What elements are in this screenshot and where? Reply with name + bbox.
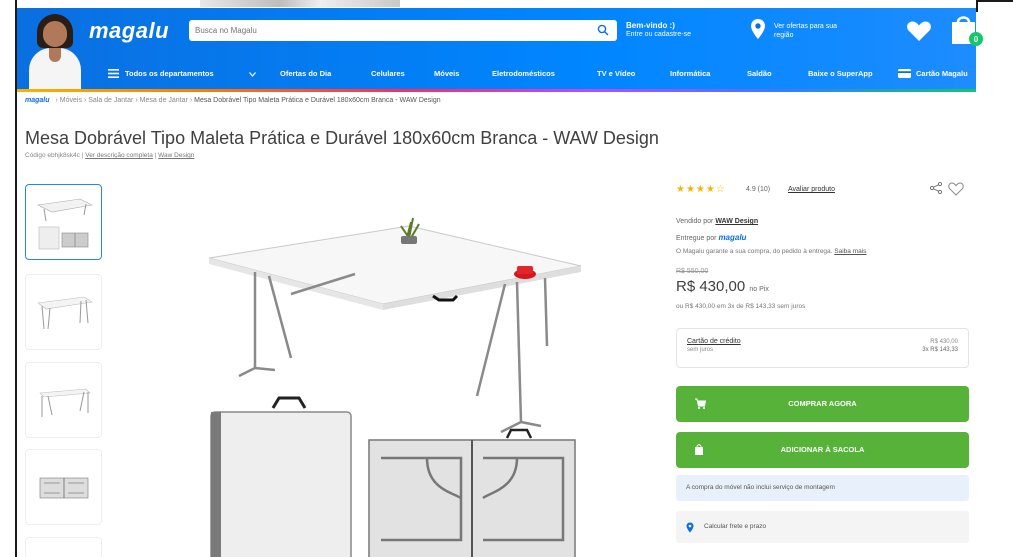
price-suffix: no Pix — [749, 286, 769, 293]
seller-link[interactable]: WAW Design — [715, 218, 758, 225]
credit-card-total: R$ 430,00 — [930, 339, 958, 345]
rating-stars: ★★★★☆ — [676, 184, 726, 195]
nav-tv-video[interactable]: TV e Vídeo — [597, 69, 635, 78]
nav-celulares[interactable]: Celulares — [371, 69, 405, 78]
rate-product-link[interactable]: Avaliar produto — [788, 186, 835, 193]
thumbnail-folded-image — [39, 477, 89, 499]
assembly-note: A compra do móvel não inclui serviço de … — [676, 475, 969, 501]
search-bar[interactable] — [189, 20, 617, 41]
location-selector[interactable]: Ver ofertas para sua região — [750, 18, 860, 44]
nav-eletrodomesticos[interactable]: Eletrodomésticos — [492, 69, 555, 78]
thumbnail-1[interactable] — [25, 184, 102, 260]
rating-value: 4.9 (10) — [746, 186, 771, 193]
breadcrumb-item[interactable]: Móveis — [60, 97, 82, 104]
search-input[interactable] — [195, 23, 575, 38]
seller-prefix: Vendido por — [676, 218, 714, 225]
magalu-logo[interactable]: magalu — [89, 18, 169, 44]
price-value: R$ 430,00 — [676, 278, 746, 295]
department-nav: Todos os departamentos Ofertas do Dia Ce… — [34, 60, 993, 90]
svg-text:0: 0 — [974, 35, 979, 44]
rainbow-stripe — [17, 89, 976, 92]
breadcrumb-sep: › — [135, 97, 138, 104]
menu-icon[interactable] — [108, 69, 119, 78]
nav-informatica[interactable]: Informática — [670, 69, 710, 78]
site-header: magalu Bem-vindo :) Entre ou cadastre-se… — [17, 8, 983, 92]
card-icon — [898, 69, 911, 78]
favorite-heart-icon[interactable] — [948, 182, 964, 196]
nav-cartao[interactable]: Cartão Magalu — [916, 69, 968, 78]
nav-all-departments[interactable]: Todos os departamentos — [125, 69, 214, 78]
product-subline: Código ebhjk8sk4c | Ver descrição comple… — [25, 152, 195, 159]
guarantee-text: O Magalu garante a sua compra, do pedido… — [676, 248, 866, 255]
thumbnail-5[interactable] — [25, 537, 102, 557]
location-text: Ver ofertas para sua região — [774, 23, 838, 39]
freight-calculator[interactable]: Calcular frete e prazo — [676, 511, 969, 543]
delivery-info: Entregue por magalu — [676, 233, 746, 242]
nav-ofertas[interactable]: Ofertas do Dia — [280, 69, 331, 78]
credit-card-installment: 3x R$ 143,33 — [922, 347, 958, 353]
location-pin-icon — [686, 522, 694, 533]
nav-saldao[interactable]: Saldão — [747, 69, 772, 78]
product-code: Código ebhjk8sk4c — [25, 152, 80, 159]
thumbnail-table-image — [37, 296, 93, 330]
product-main-image[interactable] — [195, 200, 595, 557]
breadcrumb-item[interactable]: Sala de Jantar — [88, 97, 133, 104]
add-to-bag-button[interactable]: ADICIONAR À SACOLA — [676, 432, 969, 468]
welcome-text: Bem-vindo :) — [626, 21, 675, 30]
credit-card-sub: sem juros — [687, 347, 714, 353]
full-description-link[interactable]: Ver descrição completa — [85, 152, 153, 159]
nav-superapp[interactable]: Baixe o SuperApp — [808, 69, 873, 78]
freight-text: Calcular frete e prazo — [704, 523, 767, 530]
breadcrumb-sep: › — [83, 97, 87, 104]
add-to-bag-label: ADICIONAR À SACOLA — [780, 445, 865, 454]
search-icon[interactable] — [597, 24, 609, 36]
bag-icon[interactable]: 0 — [947, 14, 987, 48]
share-icon[interactable] — [929, 182, 943, 194]
page: magalu Bem-vindo :) Entre ou cadastre-se… — [0, 0, 1013, 557]
chevron-down-icon[interactable] — [249, 72, 256, 77]
thumbnail-2[interactable] — [25, 274, 102, 350]
login-link[interactable]: Bem-vindo :) Entre ou cadastre-se — [626, 21, 726, 39]
price: R$ 430,00 no Pix — [676, 278, 769, 295]
guarantee-link[interactable]: Saiba mais — [834, 248, 866, 255]
seller-info: Vendido por WAW Design — [676, 218, 758, 225]
guarantee-desc: O Magalu garante a sua compra, do pedido… — [676, 248, 833, 255]
thumbnail-3[interactable] — [25, 362, 102, 438]
favorites-heart-icon[interactable] — [906, 20, 932, 42]
top-strip — [0, 0, 1013, 557]
old-price: R$ 550,00 — [676, 268, 709, 275]
location-pin-icon — [751, 19, 765, 39]
installments-text: ou R$ 430,00 em 3x de R$ 143,33 sem juro… — [676, 303, 806, 310]
thumbnail-table-image — [37, 198, 93, 250]
product-title: Mesa Dobrável Tipo Maleta Prática e Durá… — [25, 128, 659, 148]
credit-card-option[interactable]: Cartão de crédito sem juros R$ 430,00 3x… — [676, 328, 969, 368]
buy-box: ★★★★☆ 4.9 (10) Avaliar produto Vendido p… — [676, 176, 970, 557]
frame-border-top — [976, 0, 1013, 2]
brand-link[interactable]: Waw Design — [158, 152, 194, 159]
login-text: Entre ou cadastre-se — [626, 31, 691, 38]
credit-card-label: Cartão de crédito — [687, 338, 741, 345]
breadcrumb-current: Mesa Dobrável Tipo Maleta Prática e Durá… — [194, 97, 441, 104]
breadcrumb: magalu › Móveis › Sala de Jantar › Mesa … — [25, 97, 441, 104]
delivery-prefix: Entregue por — [676, 235, 717, 242]
cropped-image-peek — [200, 0, 400, 7]
breadcrumb-home[interactable]: magalu — [25, 97, 50, 104]
breadcrumb-sep: › — [189, 97, 193, 104]
delivery-brand: magalu — [718, 233, 747, 242]
breadcrumb-item[interactable]: Mesa de Jantar — [140, 97, 188, 104]
buy-now-button[interactable]: COMPRAR AGORA — [676, 386, 969, 422]
buy-now-label: COMPRAR AGORA — [788, 399, 857, 408]
breadcrumb-sep: › — [55, 97, 58, 104]
nav-moveis[interactable]: Móveis — [434, 69, 459, 78]
thumbnail-table-image — [39, 388, 91, 417]
assembly-note-text: A compra do móvel não inclui serviço de … — [686, 484, 835, 491]
thumbnail-4[interactable] — [25, 449, 102, 525]
